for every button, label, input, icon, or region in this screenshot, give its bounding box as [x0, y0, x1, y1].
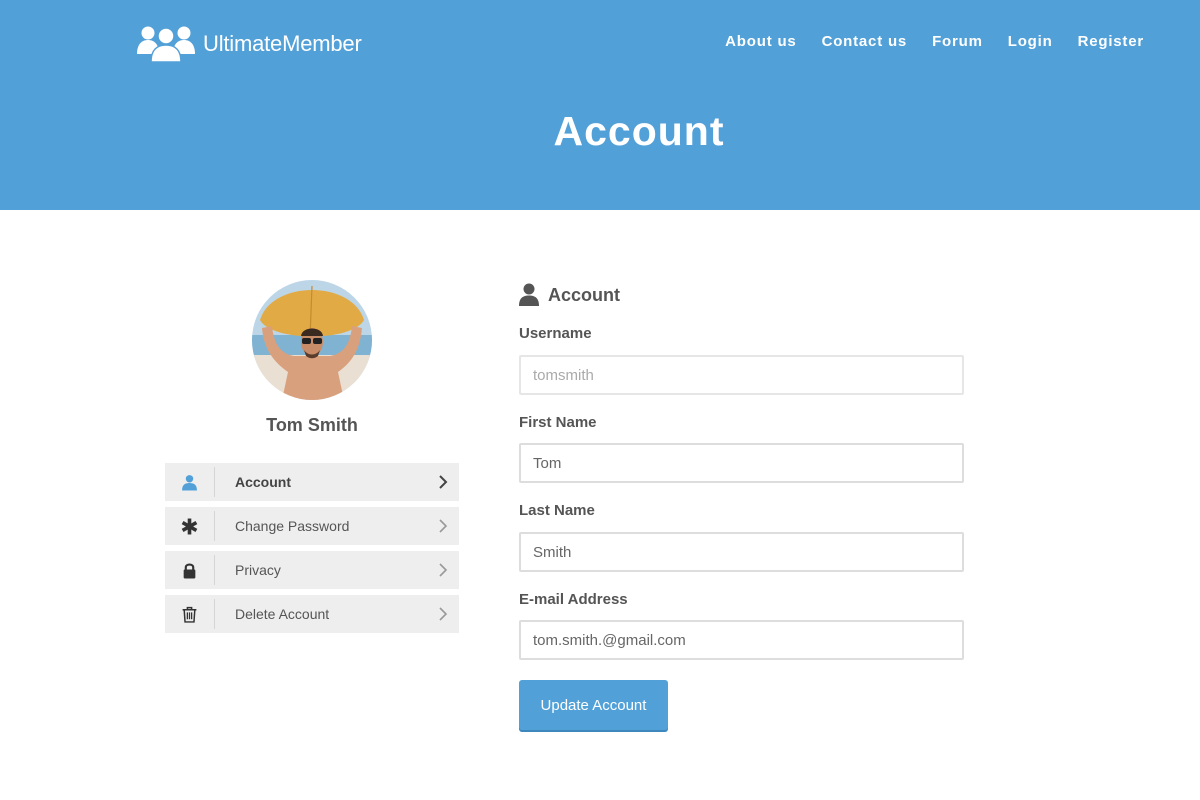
trash-icon [182, 606, 197, 623]
lock-icon [183, 562, 196, 578]
asterisk-icon [181, 518, 198, 534]
avatar-image [252, 280, 372, 400]
menu-item-account[interactable]: Account [165, 463, 459, 501]
account-menu: Account Change Password Privacy Delete A… [165, 463, 459, 639]
nav-register[interactable]: Register [1078, 33, 1144, 50]
page-title: Account [553, 108, 725, 154]
first-name-input[interactable] [519, 443, 964, 483]
chevron-right-icon [439, 563, 448, 577]
menu-item-delete-account[interactable]: Delete Account [165, 595, 459, 633]
email-label: E-mail Address [519, 591, 628, 608]
main-nav: About us Contact us Forum Login Register [700, 33, 1144, 50]
menu-item-label: Account [235, 474, 291, 490]
menu-item-privacy[interactable]: Privacy [165, 551, 459, 589]
nav-contact-us[interactable]: Contact us [822, 33, 908, 50]
menu-item-label: Delete Account [235, 606, 330, 622]
menu-item-label: Privacy [235, 562, 281, 578]
avatar[interactable] [252, 280, 372, 400]
menu-item-label: Change Password [235, 518, 350, 534]
form-heading-text: Account [548, 284, 620, 305]
username-label: Username [519, 325, 592, 342]
user-icon [182, 474, 197, 490]
update-account-button[interactable]: Update Account [519, 680, 668, 730]
chevron-right-icon [439, 519, 448, 533]
username-input[interactable] [519, 355, 964, 395]
nav-login[interactable]: Login [1008, 33, 1053, 50]
site-header: UltimateMember About us Contact us Forum… [0, 0, 1200, 210]
last-name-input[interactable] [519, 532, 964, 572]
users-group-icon [137, 26, 195, 63]
email-input[interactable] [519, 620, 964, 660]
user-icon [519, 283, 539, 306]
nav-forum[interactable]: Forum [932, 33, 983, 50]
nav-about-us[interactable]: About us [725, 33, 796, 50]
menu-item-change-password[interactable]: Change Password [165, 507, 459, 545]
brand-name: UltimateMember [203, 31, 362, 56]
chevron-right-icon [439, 607, 448, 621]
profile-name: Tom Smith [266, 415, 358, 435]
chevron-right-icon [439, 475, 448, 489]
form-heading: Account [519, 283, 620, 307]
first-name-label: First Name [519, 414, 597, 431]
last-name-label: Last Name [519, 502, 595, 519]
site-logo[interactable]: UltimateMember [136, 24, 362, 64]
